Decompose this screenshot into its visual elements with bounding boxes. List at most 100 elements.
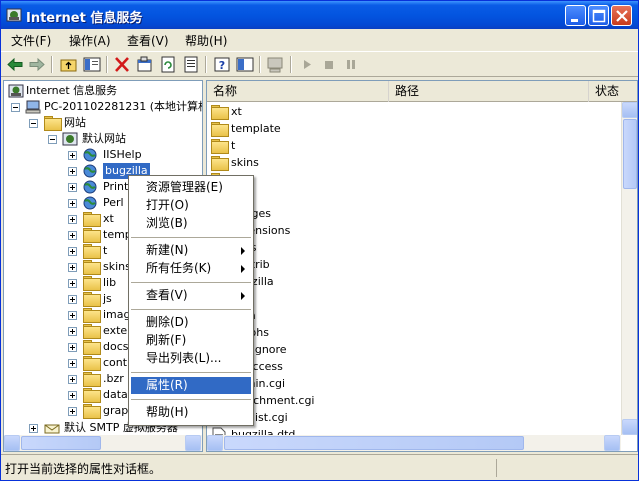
context-menu-item[interactable]: 帮助(H) [131,404,251,421]
expand-toggle-icon[interactable] [68,263,77,272]
context-menu-item[interactable]: 资源管理器(E) [131,179,251,196]
list-item[interactable]: lib [211,171,611,188]
list-item[interactable]: .bzr [211,290,611,307]
expand-toggle-icon[interactable] [68,295,77,304]
context-menu-item[interactable]: 打开(O) [131,197,251,214]
forward-icon[interactable] [27,55,47,74]
maximize-button[interactable] [588,5,609,26]
list-item[interactable]: t [211,137,611,154]
expand-toggle-icon[interactable] [68,247,77,256]
context-menu-item[interactable]: 浏览(B) [131,215,251,232]
list-hscrollbar[interactable] [207,435,621,451]
expand-toggle-icon[interactable] [68,167,77,176]
list-item[interactable]: skins [211,154,611,171]
expand-toggle-icon[interactable] [68,343,77,352]
minimize-button[interactable] [565,5,586,26]
play-icon[interactable] [297,55,317,74]
tree-node-computer[interactable]: PC-201102281231 (本地计算机) [4,99,202,115]
collapse-toggle-icon[interactable] [29,119,38,128]
refresh-icon[interactable] [158,55,178,74]
tree-node-websites[interactable]: 网站 [4,115,200,131]
list-item[interactable]: docs [211,239,611,256]
context-menu-item[interactable]: 所有任务(K) [131,260,251,277]
context-menu-item[interactable]: 属性(R) [131,377,251,394]
menu-help[interactable]: 帮助(H) [185,32,227,49]
pause-icon[interactable] [341,55,361,74]
export-list-icon[interactable] [181,55,201,74]
scroll-right-icon[interactable] [604,435,620,451]
properties-icon[interactable] [135,55,155,74]
scroll-thumb[interactable] [623,119,637,189]
context-menu-label: 资源管理器(E) [146,180,223,194]
folder-icon [83,356,101,371]
list-item[interactable]: admin.cgi [211,375,611,392]
context-menu-item[interactable]: 导出列表(L)... [131,350,251,367]
expand-toggle-icon[interactable] [68,151,77,160]
stop-icon[interactable] [319,55,339,74]
scroll-left-icon[interactable] [4,435,20,451]
scroll-down-icon[interactable] [622,419,637,435]
expand-toggle-icon[interactable] [68,327,77,336]
context-menu-label: 帮助(H) [146,405,189,419]
list-item[interactable]: graphs [211,324,611,341]
menu-view[interactable]: 查看(V) [127,32,169,49]
column-header-name[interactable]: 名称 [207,81,389,102]
scroll-thumb[interactable] [224,436,524,450]
tree-hscrollbar[interactable] [4,435,202,451]
list-item[interactable]: contrib [211,256,611,273]
show-hide-tree-icon[interactable] [82,55,102,74]
computer-icon[interactable] [265,55,285,74]
context-menu-item[interactable]: 查看(V) [131,287,251,304]
list-item[interactable]: bugzilla [211,273,611,290]
delete-icon[interactable] [112,55,132,74]
up-folder-icon[interactable] [59,55,79,74]
list-item[interactable]: images [211,205,611,222]
folder-icon [83,276,101,291]
expand-toggle-icon[interactable] [68,311,77,320]
column-header-path[interactable]: 路径 [389,81,589,102]
tree-node-root[interactable]: Internet 信息服务 [4,83,200,99]
collapse-toggle-icon[interactable] [11,103,20,112]
column-header-status[interactable]: 状态 [589,81,637,102]
menu-bar: 文件(F) 操作(A) 查看(V) 帮助(H) [1,29,638,50]
list-item[interactable]: buglist.cgi [211,409,611,426]
context-menu-item[interactable]: 刷新(F) [131,332,251,349]
list-vscrollbar[interactable] [621,102,637,435]
title-bar[interactable]: Internet 信息服务 [1,1,638,29]
expand-toggle-icon[interactable] [68,231,77,240]
computer-icon [25,100,41,114]
expand-toggle-icon[interactable] [68,199,77,208]
list-item[interactable]: data [211,307,611,324]
expand-toggle-icon[interactable] [68,375,77,384]
console-icon[interactable] [235,55,255,74]
scroll-right-icon[interactable] [185,435,201,451]
expand-toggle-icon[interactable] [68,183,77,192]
help-icon[interactable]: ? [212,55,232,74]
list-item[interactable]: extensions [211,222,611,239]
expand-toggle-icon[interactable] [68,407,77,416]
list-item[interactable]: attachment.cgi [211,392,611,409]
list-item[interactable]: xt [211,103,611,120]
collapse-toggle-icon[interactable] [48,135,57,144]
menu-action[interactable]: 操作(A) [69,32,111,49]
list-item[interactable]: .htaccess [211,358,611,375]
context-menu-item[interactable]: 删除(D) [131,314,251,331]
scroll-thumb[interactable] [21,436,101,450]
back-icon[interactable] [5,55,25,74]
list-item[interactable]: js [211,188,611,205]
menu-file[interactable]: 文件(F) [11,32,51,49]
expand-toggle-icon[interactable] [68,215,77,224]
tree-node-child[interactable]: IISHelp [4,147,200,163]
scroll-left-icon[interactable] [207,435,223,451]
context-menu-item[interactable]: 新建(N) [131,242,251,259]
expand-toggle-icon[interactable] [68,391,77,400]
list-item[interactable]: template [211,120,611,137]
list-item[interactable]: .bzrignore [211,341,611,358]
expand-toggle-icon[interactable] [68,359,77,368]
expand-toggle-icon[interactable] [29,424,38,433]
expand-toggle-icon[interactable] [68,279,77,288]
list-pane[interactable]: 名称 路径 状态 xt template t skins libjsimagesexte… [206,80,638,452]
close-button[interactable] [611,5,632,26]
scroll-up-icon[interactable] [622,102,637,118]
tree-node-default-site[interactable]: 默认网站 [4,131,200,147]
